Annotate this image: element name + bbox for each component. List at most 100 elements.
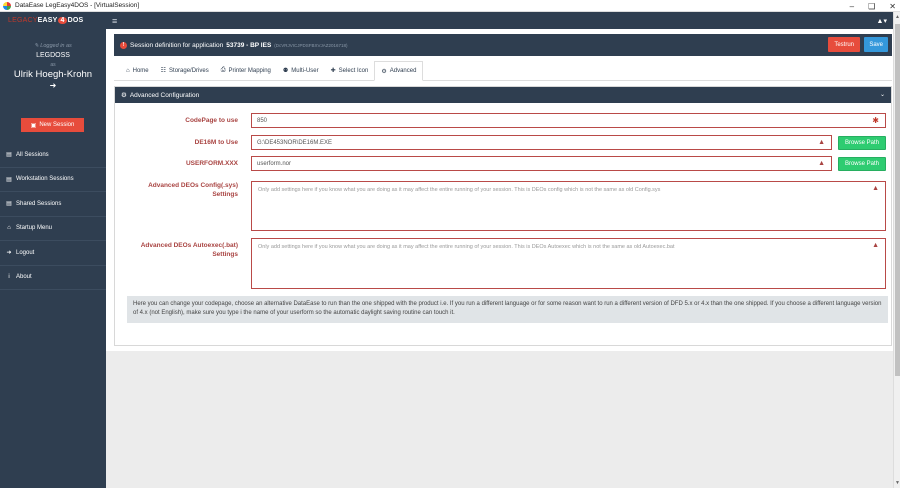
sidebar-item-shared-sessions[interactable]: ▤ Shared Sessions xyxy=(0,192,106,217)
session-app-code: 53739 - BP IES xyxy=(226,41,272,49)
tab-label: Multi-User xyxy=(291,67,319,74)
config-panel-header[interactable]: ⚙ Advanced Configuration ⌄ xyxy=(115,87,891,103)
help-text-box: Here you can change your codepage, choos… xyxy=(127,296,888,323)
tab-advanced[interactable]: ⚙ Advanced xyxy=(374,61,424,81)
user-name: Ulrik Hoegh-Krohn xyxy=(13,69,93,80)
tab-storage-drives[interactable]: ☷ Storage/Drives xyxy=(155,61,215,80)
main-content: ! Session definition for application 537… xyxy=(106,29,893,488)
cogs-icon: ⚙ xyxy=(381,68,387,75)
tab-bar: ⌂ Home ☷ Storage/Drives ⎙ Printer Mappin… xyxy=(114,61,892,81)
sidebar-item-all-sessions[interactable]: ▤ All Sessions xyxy=(0,143,106,168)
sidebar-item-startup-menu[interactable]: ⌂ Startup Menu xyxy=(0,217,106,241)
cogs-icon: ⚙ xyxy=(121,92,127,99)
logo-mid: EASY xyxy=(37,17,58,24)
config-sys-textarea[interactable]: Only add settings here if you know what … xyxy=(251,181,886,231)
session-title-prefix: Session definition for application xyxy=(130,41,224,49)
sign-out-icon[interactable]: ➜ xyxy=(0,81,106,90)
window-title: DataEase LegEasy4DOS - [VirtualSession] xyxy=(15,2,140,9)
codepage-label: CodePage to use xyxy=(185,117,238,124)
tab-multi-user[interactable]: ⚉ Multi-User xyxy=(277,61,325,80)
sidebar-nav: ▤ All Sessions ▤ Workstation Sessions ▤ … xyxy=(0,143,106,290)
printer-icon: ⎙ xyxy=(220,67,226,73)
de16m-browse-button[interactable]: Browse Path xyxy=(837,136,886,150)
sign-out-icon: ➜ xyxy=(6,250,12,257)
logo-prefix: LEGACY xyxy=(8,17,38,24)
scroll-up-icon[interactable]: ▲ xyxy=(894,14,900,20)
scroll-thumb[interactable] xyxy=(895,24,900,376)
advanced-config-panel: ⚙ Advanced Configuration ⌄ CodePage to u… xyxy=(114,86,892,346)
new-session-button[interactable]: ▣ New Session xyxy=(21,118,84,132)
sidebar-item-label: All Sessions xyxy=(16,151,49,158)
tab-label: Advanced xyxy=(389,68,417,74)
sidebar-item-label: About xyxy=(16,274,32,281)
sidebar-item-logout[interactable]: ➜ Logout xyxy=(0,241,106,266)
de16m-input[interactable]: G:\DE453NOR\DE16M.EXE ▲ xyxy=(251,135,832,150)
warning-icon: ▲ xyxy=(818,160,825,167)
required-asterisk-icon: ✱ xyxy=(872,116,879,125)
logo-suffix: DOS xyxy=(67,17,84,24)
user-menu-icon[interactable]: ▲▾ xyxy=(877,17,887,25)
top-navbar: LEGACY EASY 4 DOS ≡ ▲▾ xyxy=(0,12,893,29)
sidebar-item-label: Logout xyxy=(16,249,35,256)
userform-value: userform.nor xyxy=(257,160,292,167)
logo[interactable]: LEGACY EASY 4 DOS xyxy=(0,12,106,29)
app-icon xyxy=(3,1,11,10)
home-icon: ⌂ xyxy=(126,67,130,74)
sidebar-item-workstation-sessions[interactable]: ▤ Workstation Sessions xyxy=(0,168,106,192)
logged-in-label: ✎ Logged in as xyxy=(34,43,72,49)
close-button[interactable]: ✕ xyxy=(889,2,896,11)
new-session-label: New Session xyxy=(39,122,75,128)
config-sys-label: Advanced DEOs Config(.sys) Settings xyxy=(115,181,238,199)
list-icon: ▤ xyxy=(6,176,12,183)
home-icon: ⌂ xyxy=(7,225,11,232)
tab-label: Home xyxy=(132,67,149,74)
session-id: (DcVRJVICJPDSFBXVJAZ2016718) xyxy=(274,42,348,48)
userform-input[interactable]: userform.nor ▲ xyxy=(251,156,832,171)
config-sys-label-line2: Settings xyxy=(212,191,238,198)
scroll-down-icon[interactable]: ▼ xyxy=(894,480,900,486)
warning-icon: ▲ xyxy=(818,139,825,146)
tab-label: Storage/Drives xyxy=(169,67,209,74)
info-icon: i xyxy=(8,274,10,281)
maximize-button[interactable]: ❑ xyxy=(868,2,875,11)
list-icon: ▤ xyxy=(6,152,12,159)
autoexec-label-line1: Advanced DEOs Autoexec(.bat) xyxy=(140,242,238,249)
codepage-input[interactable]: 850 ✱ xyxy=(251,113,886,128)
sidebar: ✎ Logged in as LEGDOSS as Ulrik Hoegh-Kr… xyxy=(0,29,106,488)
new-session-icon: ▣ xyxy=(30,122,37,129)
tab-home[interactable]: ⌂ Home xyxy=(120,61,155,80)
warning-badge-icon: ! xyxy=(120,41,127,49)
save-button[interactable]: Save xyxy=(864,37,888,52)
main-card: ! Session definition for application 537… xyxy=(106,29,893,351)
chevron-down-icon[interactable]: ⌄ xyxy=(880,91,885,98)
vertical-scrollbar[interactable]: ▲ ▼ xyxy=(893,12,900,488)
tab-label: Printer Mapping xyxy=(228,67,271,74)
autoexec-label: Advanced DEOs Autoexec(.bat) Settings xyxy=(115,241,238,259)
de16m-label: DE16M to Use xyxy=(194,139,238,146)
sitemap-icon: ☷ xyxy=(160,68,167,74)
window-titlebar: DataEase LegEasy4DOS - [VirtualSession] … xyxy=(0,0,900,12)
tab-label: Select Icon xyxy=(338,67,369,74)
tab-select-icon[interactable]: ✚ Select Icon xyxy=(325,61,375,80)
minimize-button[interactable]: – xyxy=(850,2,854,11)
config-sys-label-line1: Advanced DEOs Config(.sys) xyxy=(148,182,238,189)
userform-browse-button[interactable]: Browse Path xyxy=(837,157,886,171)
sidebar-item-about[interactable]: i About xyxy=(0,266,106,290)
autoexec-textarea[interactable]: Only add settings here if you know what … xyxy=(251,238,886,289)
logo-four: 4 xyxy=(58,17,67,24)
config-panel-title: Advanced Configuration xyxy=(129,91,200,99)
autoexec-placeholder: Only add settings here if you know what … xyxy=(258,244,675,250)
codepage-value: 850 xyxy=(257,117,268,124)
hamburger-menu-icon[interactable]: ≡ xyxy=(112,16,117,26)
as-label: as xyxy=(50,62,56,68)
config-sys-placeholder: Only add settings here if you know what … xyxy=(258,187,661,193)
userform-label: USERFORM.XXX xyxy=(185,160,238,167)
warning-icon: ▲ xyxy=(872,185,879,192)
sidebar-item-label: Workstation Sessions xyxy=(16,176,74,183)
testrun-button[interactable]: Testrun xyxy=(828,37,860,52)
tab-printer-mapping[interactable]: ⎙ Printer Mapping xyxy=(215,61,277,80)
pin-icon: ✚ xyxy=(330,68,336,74)
sidebar-item-label: Shared Sessions xyxy=(16,200,62,207)
list-icon: ▤ xyxy=(6,201,12,208)
session-header: ! Session definition for application 537… xyxy=(114,34,892,56)
